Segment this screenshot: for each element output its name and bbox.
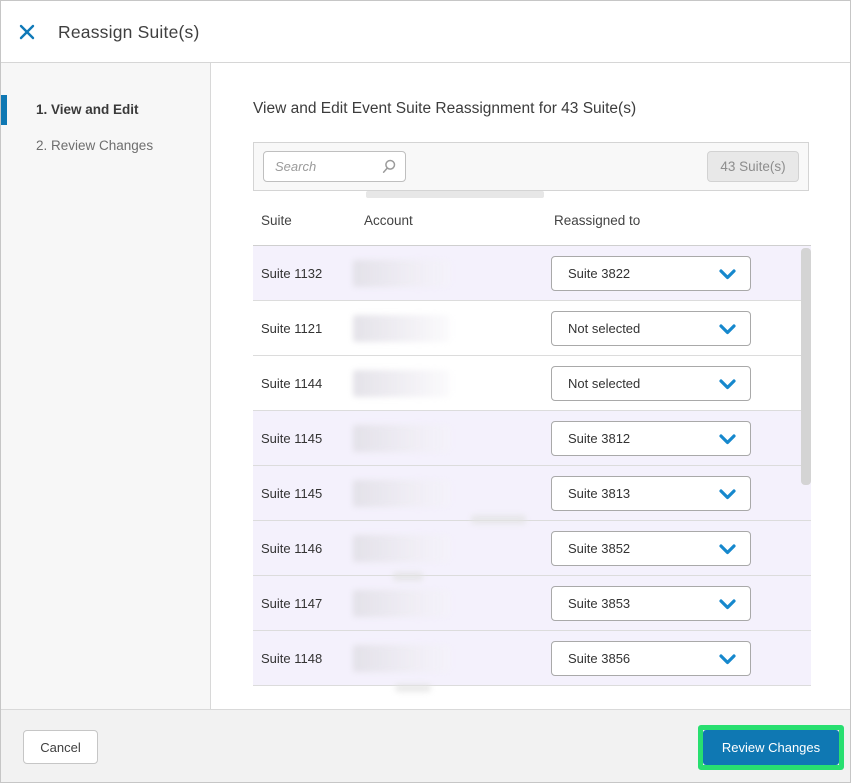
blur-artifact <box>471 515 526 524</box>
suite-cell: Suite 1145 <box>261 486 323 501</box>
cancel-button[interactable]: Cancel <box>23 730 98 764</box>
account-redacted-blur <box>353 480 450 507</box>
step-label: 2. Review Changes <box>36 138 154 153</box>
suite-cell: Suite 1145 <box>261 431 323 446</box>
account-redacted-blur <box>353 645 450 672</box>
chevron-down-icon <box>719 434 736 445</box>
step-review-changes[interactable]: 2. Review Changes <box>1 131 210 161</box>
active-step-indicator <box>1 95 7 125</box>
step-label: 1. View and Edit <box>36 102 139 117</box>
table-row: Suite 1145 Suite 3812 <box>253 411 811 466</box>
reassigned-to-select[interactable]: Suite 3822 <box>551 256 751 291</box>
suite-cell: Suite 1121 <box>261 321 323 336</box>
reassigned-to-value: Not selected <box>568 321 641 336</box>
table-row: Suite 1145 Suite 3813 <box>253 466 811 521</box>
search-box <box>263 151 406 182</box>
table-row: Suite 1144 Not selected <box>253 356 811 411</box>
horizontal-scrollbar-thumb[interactable] <box>366 191 544 198</box>
steps-sidebar: 1. View and Edit 2. Review Changes <box>1 63 211 709</box>
chevron-down-icon <box>719 654 736 665</box>
account-redacted-blur <box>353 590 450 617</box>
reassigned-to-value: Not selected <box>568 376 641 391</box>
reassigned-to-select[interactable]: Not selected <box>551 366 751 401</box>
suite-cell: Suite 1144 <box>261 376 323 391</box>
chevron-down-icon <box>719 379 736 390</box>
suite-cell: Suite 1147 <box>261 596 323 611</box>
vertical-scrollbar-thumb[interactable] <box>801 248 811 485</box>
reassigned-to-value: Suite 3852 <box>568 541 631 556</box>
reassigned-to-value: Suite 3813 <box>568 486 631 501</box>
close-button[interactable] <box>17 20 41 44</box>
column-header-reassigned-to: Reassigned to <box>554 213 641 228</box>
chevron-down-icon <box>719 489 736 500</box>
table-rows: Suite 1132 Suite 3822 Suite 1121 Not sel… <box>253 245 811 686</box>
reassigned-to-value: Suite 3853 <box>568 596 631 611</box>
reassigned-to-value: Suite 3856 <box>568 651 631 666</box>
section-title: View and Edit Event Suite Reassignment f… <box>253 100 637 117</box>
table-row: Suite 1147 Suite 3853 <box>253 576 811 631</box>
table-row: Suite 1148 Suite 3856 <box>253 631 811 686</box>
reassigned-to-value: Suite 3822 <box>568 266 631 281</box>
chevron-down-icon <box>719 544 736 555</box>
column-header-suite: Suite <box>261 213 292 228</box>
modal-header: Reassign Suite(s) <box>1 1 850 63</box>
chevron-down-icon <box>719 324 736 335</box>
table-header: Suite Account Reassigned to <box>253 207 811 245</box>
blur-artifact <box>395 684 431 692</box>
account-redacted-blur <box>353 370 450 397</box>
column-header-account: Account <box>364 213 413 228</box>
suite-cell: Suite 1146 <box>261 541 323 556</box>
reassigned-to-select[interactable]: Suite 3852 <box>551 531 751 566</box>
reassigned-to-value: Suite 3812 <box>568 431 631 446</box>
reassigned-to-select[interactable]: Suite 3856 <box>551 641 751 676</box>
table-row: Suite 1121 Not selected <box>253 301 811 356</box>
suite-cell: Suite 1148 <box>261 651 323 666</box>
reassigned-to-select[interactable]: Not selected <box>551 311 751 346</box>
chevron-down-icon <box>719 269 736 280</box>
account-redacted-blur <box>353 260 450 287</box>
review-changes-highlight-frame: Review Changes <box>698 725 844 770</box>
search-input[interactable] <box>263 151 406 182</box>
step-view-and-edit[interactable]: 1. View and Edit <box>1 95 210 125</box>
suite-count-button[interactable]: 43 Suite(s) <box>707 151 799 182</box>
close-icon <box>19 24 35 40</box>
account-redacted-blur <box>353 535 450 562</box>
blur-artifact <box>393 572 423 581</box>
account-redacted-blur <box>353 315 450 342</box>
review-changes-button[interactable]: Review Changes <box>703 730 839 765</box>
suite-cell: Suite 1132 <box>261 266 323 281</box>
account-redacted-blur <box>353 425 450 452</box>
modal-title: Reassign Suite(s) <box>58 22 200 42</box>
reassigned-to-select[interactable]: Suite 3813 <box>551 476 751 511</box>
table-row: Suite 1132 Suite 3822 <box>253 246 811 301</box>
reassign-suites-modal: Reassign Suite(s) 1. View and Edit 2. Re… <box>0 0 851 783</box>
chevron-down-icon <box>719 599 736 610</box>
reassigned-to-select[interactable]: Suite 3853 <box>551 586 751 621</box>
modal-footer: Cancel Review Changes <box>1 709 850 782</box>
reassigned-to-select[interactable]: Suite 3812 <box>551 421 751 456</box>
table-toolbar: 43 Suite(s) <box>253 142 809 191</box>
table-row: Suite 1146 Suite 3852 <box>253 521 811 576</box>
